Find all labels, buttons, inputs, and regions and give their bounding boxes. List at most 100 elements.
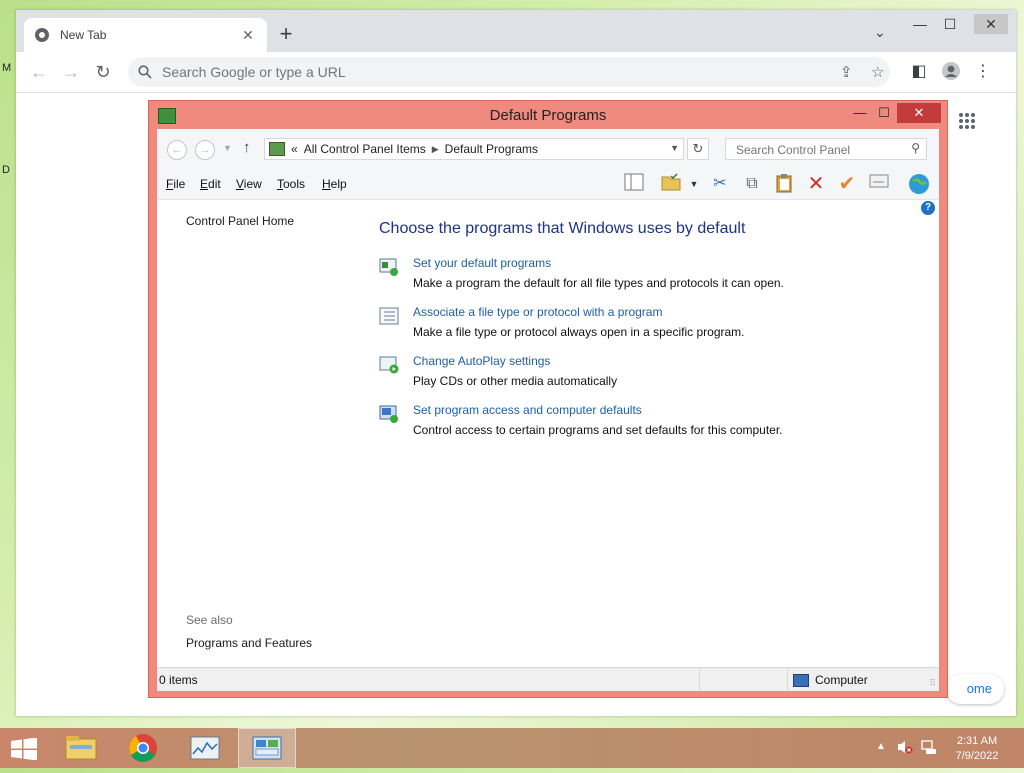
status-divider: [699, 668, 700, 691]
chevron-right-icon[interactable]: ▶: [432, 144, 439, 155]
checkmark-icon[interactable]: ✔: [836, 173, 858, 195]
search-input[interactable]: [734, 142, 908, 158]
chrome-icon: [129, 734, 157, 762]
chrome-favicon-icon: [35, 28, 49, 42]
file-association-list-icon: [379, 307, 399, 325]
forward-button[interactable]: →: [195, 140, 215, 160]
search-box[interactable]: ⚲: [725, 138, 927, 160]
program-access-icon: [379, 405, 398, 423]
address-bar[interactable]: « All Control Panel Items ▶ Default Prog…: [264, 138, 684, 160]
taskbar-chrome[interactable]: [114, 728, 172, 768]
menu-file[interactable]: File: [166, 177, 185, 191]
google-apps-icon[interactable]: [958, 112, 982, 136]
task-link[interactable]: Associate a file type or protocol with a…: [413, 305, 662, 319]
omnibox-input[interactable]: [160, 63, 764, 81]
main-pane: Choose the programs that Windows uses by…: [379, 200, 919, 668]
task-description: Control access to certain programs and s…: [413, 423, 783, 437]
tab-title: New Tab: [60, 28, 107, 42]
profile-avatar-icon[interactable]: [940, 61, 962, 83]
file-explorer-icon: [65, 736, 97, 760]
cut-icon[interactable]: ✂: [709, 173, 731, 195]
globe-icon[interactable]: [908, 173, 930, 195]
customize-chrome-button[interactable]: ome: [946, 674, 1004, 704]
tab-search-chevron-icon[interactable]: ⌄: [874, 24, 886, 41]
menu-kebab-icon[interactable]: ⋮: [972, 61, 994, 83]
show-hidden-icons-chevron-icon[interactable]: ▲: [876, 741, 886, 752]
recent-locations-chevron-icon[interactable]: ▼: [223, 143, 232, 153]
task-link[interactable]: Set program access and computer defaults: [413, 403, 642, 417]
desktop-icon-fragment: M: [2, 62, 12, 74]
taskbar-file-explorer[interactable]: [52, 728, 110, 768]
forward-button[interactable]: →: [60, 61, 82, 83]
minimize-button[interactable]: —: [847, 103, 873, 123]
tab-close-icon[interactable]: ✕: [239, 27, 257, 44]
network-icon[interactable]: [920, 739, 938, 755]
bookmark-star-icon[interactable]: ☆: [871, 63, 884, 81]
share-icon[interactable]: ⇪: [840, 63, 853, 81]
copy-icon[interactable]: ⧉: [741, 173, 763, 195]
maximize-button[interactable]: ☐: [936, 14, 964, 34]
close-button[interactable]: ✕: [974, 14, 1008, 34]
close-button[interactable]: ✕: [897, 103, 941, 123]
task-autoplay-settings: Change AutoPlay settings Play CDs or oth…: [379, 352, 919, 394]
see-also-heading: See also: [186, 613, 233, 627]
window-titlebar[interactable]: Default Programs — ☐ ✕: [149, 101, 947, 129]
breadcrumb-item[interactable]: All Control Panel Items: [304, 142, 426, 156]
windows-start-icon[interactable]: [10, 737, 38, 761]
back-button[interactable]: ←: [28, 61, 50, 83]
delete-icon[interactable]: ✕: [805, 173, 827, 195]
reload-button[interactable]: ↻: [92, 61, 114, 83]
clock-date: 7/9/2022: [955, 750, 999, 762]
desktop-icon-fragment: D: [2, 164, 10, 176]
taskbar-control-panel[interactable]: [238, 728, 296, 768]
task-associate-file-type: Associate a file type or protocol with a…: [379, 303, 919, 345]
minimize-button[interactable]: —: [906, 14, 934, 34]
menu-help[interactable]: Help: [322, 177, 347, 191]
breadcrumb-prefix[interactable]: «: [291, 142, 298, 156]
paste-icon[interactable]: [773, 173, 795, 195]
menu-view[interactable]: View: [236, 177, 262, 191]
taskbar-resource-monitor[interactable]: [176, 728, 234, 768]
search-icon: [138, 65, 152, 79]
folder-options-icon[interactable]: [660, 173, 682, 195]
left-pane: Control Panel Home See also Programs and…: [157, 200, 367, 668]
window-title: Default Programs: [489, 107, 607, 124]
maximize-button[interactable]: ☐: [871, 103, 897, 123]
task-description: Play CDs or other media automatically: [413, 374, 618, 388]
breadcrumb-item[interactable]: Default Programs: [445, 142, 538, 156]
back-button[interactable]: ←: [167, 140, 187, 160]
chevron-down-icon[interactable]: ▼: [683, 173, 705, 195]
control-panel-icon: [252, 736, 282, 760]
programs-and-features-link[interactable]: Programs and Features: [186, 636, 312, 650]
chevron-down-icon[interactable]: ▼: [670, 143, 679, 153]
autoplay-icon: [379, 356, 399, 374]
menu-edit[interactable]: Edit: [200, 177, 221, 191]
task-set-default-programs: Set your default programs Make a program…: [379, 254, 919, 296]
window-body: ← → ▼ ↑ « All Control Panel Items ▶ Defa…: [157, 129, 939, 691]
status-bar: 0 items Computer ⠿: [157, 667, 939, 691]
up-arrow-icon[interactable]: ↑: [243, 139, 251, 156]
speaker-muted-icon[interactable]: [896, 739, 914, 755]
side-panel-icon[interactable]: ◧: [908, 61, 930, 83]
item-count: 0 items: [159, 673, 198, 687]
preview-pane-icon[interactable]: [623, 173, 645, 195]
control-panel-icon: [269, 142, 285, 156]
properties-icon[interactable]: [868, 173, 890, 195]
performance-monitor-icon: [190, 736, 220, 760]
new-tab-button[interactable]: +: [274, 23, 298, 47]
clock-time: 2:31 AM: [956, 735, 998, 747]
task-link[interactable]: Set your default programs: [413, 256, 551, 270]
task-link[interactable]: Change AutoPlay settings: [413, 354, 550, 368]
menu-tools[interactable]: Tools: [277, 177, 305, 191]
refresh-button[interactable]: ↻: [687, 138, 709, 160]
control-panel-home-link[interactable]: Control Panel Home: [186, 214, 294, 228]
help-icon[interactable]: ?: [921, 201, 935, 215]
resize-grip-icon[interactable]: ⠿: [929, 678, 936, 689]
tab-strip: New Tab ✕ + ⌄ — ☐ ✕: [16, 10, 1016, 52]
system-clock[interactable]: 2:31 AM 7/9/2022: [950, 734, 1004, 764]
menu-bar: File Edit View Tools Help ▼ ✂ ⧉ ✕ ✔: [157, 169, 939, 200]
tab-new-tab[interactable]: New Tab ✕: [24, 18, 267, 52]
omnibox[interactable]: ⇪ ☆: [128, 57, 890, 87]
taskbar: ▲ 2:31 AM 7/9/2022: [0, 728, 1024, 768]
search-icon[interactable]: ⚲: [911, 141, 920, 155]
